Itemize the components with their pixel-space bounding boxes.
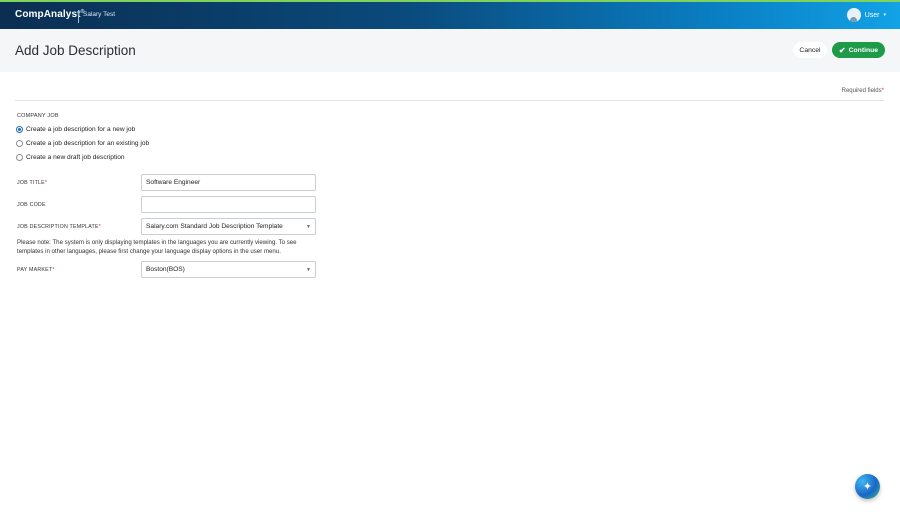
continue-button[interactable]: ✔ Continue bbox=[832, 42, 885, 58]
pay-market-select[interactable]: Boston(BOS) ▼ bbox=[141, 261, 316, 278]
user-avatar-icon bbox=[846, 8, 861, 22]
chevron-down-icon: ▾ bbox=[883, 12, 886, 18]
radio-button[interactable] bbox=[16, 140, 23, 147]
radio-button[interactable] bbox=[16, 154, 23, 161]
radio-new-job[interactable]: Create a job description for a new job bbox=[16, 126, 135, 133]
sparkle-icon[interactable]: ✦ bbox=[855, 474, 880, 499]
template-select[interactable]: Salary.com Standard Job Description Temp… bbox=[141, 218, 316, 235]
check-icon: ✔ bbox=[838, 45, 846, 55]
required-fields-note: Required fields* bbox=[841, 88, 884, 94]
pay-market-label: PAY MARKET* bbox=[17, 267, 55, 273]
user-menu[interactable]: User ▾ bbox=[846, 8, 886, 22]
cancel-button[interactable]: Cancel bbox=[793, 42, 827, 58]
chevron-down-icon: ▼ bbox=[306, 223, 311, 230]
continue-label: Continue bbox=[848, 46, 879, 54]
radio-button[interactable] bbox=[16, 126, 23, 133]
job-code-label: JOB CODE bbox=[17, 202, 46, 208]
pay-market-selected-value: Boston(BOS) bbox=[146, 266, 185, 273]
job-title-label: JOB TITLE* bbox=[17, 180, 48, 186]
template-label: JOB DESCRIPTION TEMPLATE* bbox=[17, 224, 101, 230]
radio-label: Create a new draft job description bbox=[26, 154, 125, 161]
template-selected-value: Salary.com Standard Job Description Temp… bbox=[146, 223, 283, 230]
page-title: Add Job Description bbox=[15, 43, 136, 58]
radio-draft-job[interactable]: Create a new draft job description bbox=[16, 154, 125, 161]
page-header: Add Job Description bbox=[0, 29, 900, 72]
radio-label: Create a job description for a new job bbox=[26, 126, 136, 133]
job-title-input[interactable]: Software Engineer bbox=[141, 174, 316, 191]
chevron-down-icon: ▼ bbox=[306, 266, 311, 273]
divider bbox=[15, 100, 884, 101]
app-subtitle: Salary Test bbox=[83, 11, 116, 18]
radio-label: Create a job description for an existing… bbox=[26, 140, 150, 147]
brand-divider bbox=[78, 10, 79, 23]
user-name: User bbox=[864, 11, 880, 19]
template-language-note: Please note: The system is only displayi… bbox=[17, 239, 297, 255]
section-label-company-job: COMPANY JOB bbox=[17, 113, 59, 119]
job-code-input[interactable] bbox=[141, 196, 316, 213]
brand-logo[interactable]: CompAnalyst® bbox=[15, 9, 84, 20]
top-nav-bar: CompAnalyst® Salary Test User ▾ bbox=[0, 0, 900, 29]
radio-existing-job[interactable]: Create a job description for an existing… bbox=[16, 140, 149, 147]
